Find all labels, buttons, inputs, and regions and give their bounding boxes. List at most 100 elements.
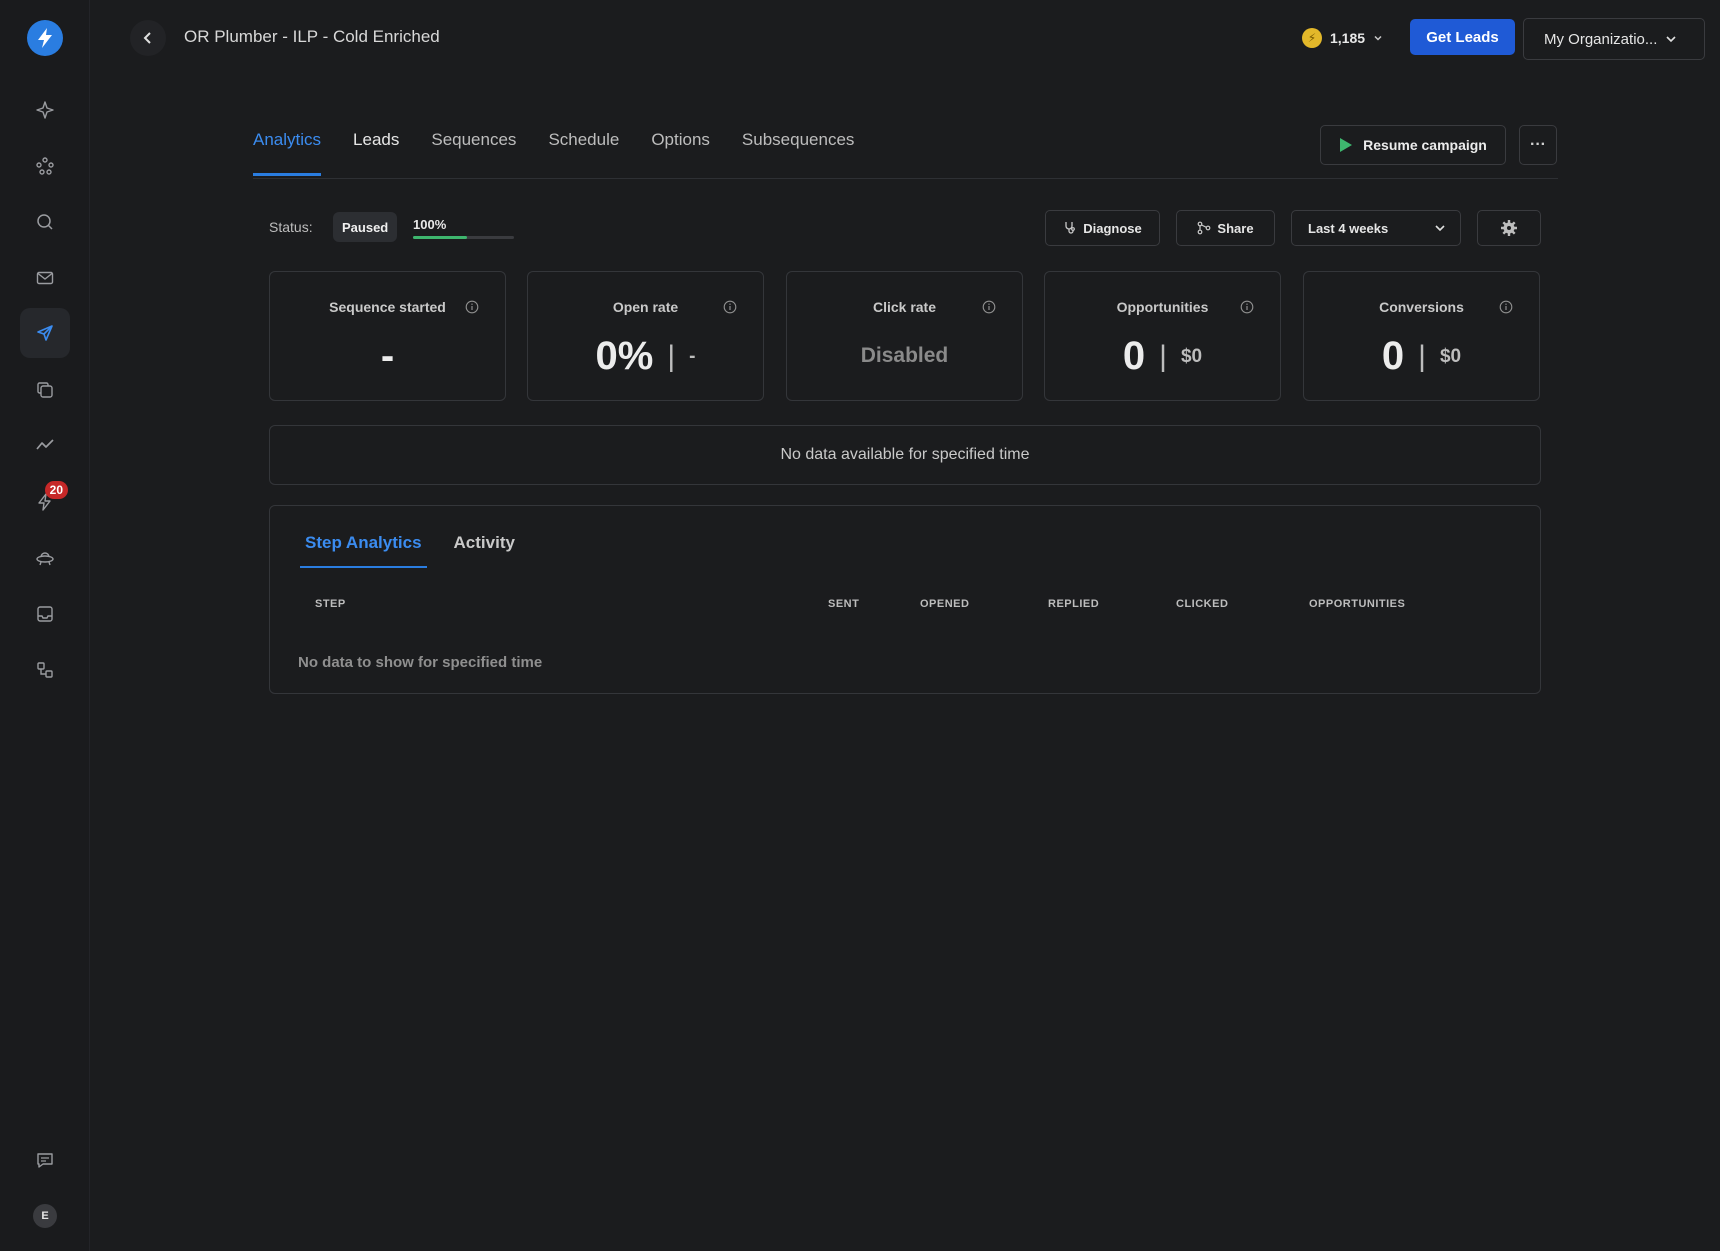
analytics-icon bbox=[36, 439, 54, 450]
chat-icon bbox=[37, 1153, 53, 1168]
sidebar-item-automations[interactable]: 20 bbox=[20, 477, 70, 527]
chevron-down-icon bbox=[1435, 225, 1445, 232]
no-data-message: No data available for specified time bbox=[780, 446, 1030, 463]
progress-fill bbox=[413, 236, 467, 239]
column-header-replied[interactable]: REPLIED bbox=[1048, 598, 1099, 610]
campaign-tabs: Analytics Leads Sequences Schedule Optio… bbox=[253, 130, 854, 176]
opportunities-amount: $0 bbox=[1180, 345, 1203, 367]
share-label: Share bbox=[1217, 220, 1254, 236]
card-value-row: 0% | - bbox=[528, 334, 763, 379]
copy-icon bbox=[37, 382, 53, 398]
more-horizontal-icon: ··· bbox=[1530, 136, 1546, 153]
step-panel-tabs: Step Analytics Activity bbox=[300, 533, 520, 568]
metric-card-opportunities: Opportunities 0 | $0 bbox=[1044, 271, 1281, 401]
sidebar-item-inbox[interactable] bbox=[20, 589, 70, 639]
column-header-clicked[interactable]: CLICKED bbox=[1176, 598, 1228, 610]
metric-card-open-rate: Open rate 0% | - bbox=[527, 271, 764, 401]
sidebar-item-ai[interactable] bbox=[20, 85, 70, 135]
card-value-row: Disabled bbox=[787, 334, 1022, 368]
integrations-icon bbox=[37, 662, 53, 678]
tab-analytics[interactable]: Analytics bbox=[253, 130, 322, 176]
tab-subsequences[interactable]: Subsequences bbox=[742, 130, 854, 176]
sidebar-item-analytics[interactable] bbox=[20, 420, 70, 470]
sidebar-item-integrations[interactable] bbox=[20, 645, 70, 695]
info-icon[interactable] bbox=[1240, 300, 1254, 314]
value-separator: | bbox=[1418, 339, 1426, 373]
tabs-divider bbox=[253, 178, 1558, 179]
tab-sequences[interactable]: Sequences bbox=[431, 130, 516, 176]
card-value-row: 0 | $0 bbox=[1045, 334, 1280, 379]
credits-dropdown[interactable]: ⚡ 1,185 bbox=[1302, 25, 1383, 51]
inbox-icon bbox=[37, 606, 53, 622]
info-icon[interactable] bbox=[1499, 300, 1513, 314]
date-range-label: Last 4 weeks bbox=[1308, 220, 1389, 236]
sidebar-item-explore[interactable] bbox=[20, 533, 70, 583]
chevron-left-icon bbox=[143, 32, 151, 44]
card-value-row: 0 | $0 bbox=[1304, 334, 1539, 379]
column-header-sent[interactable]: SENT bbox=[828, 598, 859, 610]
column-header-step[interactable]: STEP bbox=[315, 598, 346, 610]
avatar[interactable]: E bbox=[33, 1204, 57, 1228]
sidebar-item-feedback[interactable] bbox=[20, 1135, 70, 1185]
sidebar: 20 E bbox=[0, 0, 90, 1251]
settings-button[interactable] bbox=[1477, 210, 1541, 246]
resume-campaign-button[interactable]: Resume campaign bbox=[1320, 125, 1506, 165]
opportunities-value: 0 bbox=[1122, 334, 1146, 378]
credits-value: 1,185 bbox=[1330, 30, 1366, 46]
tab-options[interactable]: Options bbox=[651, 130, 710, 176]
organization-label: My Organizatio... bbox=[1544, 30, 1658, 48]
sidebar-item-templates[interactable] bbox=[20, 365, 70, 415]
sequence-started-value: - bbox=[380, 334, 395, 378]
sidebar-item-campaigns[interactable] bbox=[20, 308, 70, 358]
diagnose-button[interactable]: Diagnose bbox=[1045, 210, 1160, 246]
sidebar-item-mail[interactable] bbox=[20, 253, 70, 303]
metric-card-conversions: Conversions 0 | $0 bbox=[1303, 271, 1540, 401]
mail-icon bbox=[36, 271, 54, 285]
notification-badge: 20 bbox=[44, 481, 68, 499]
step-analytics-panel: Step Analytics Activity STEP SENT OPENED… bbox=[269, 505, 1541, 694]
diagnose-label: Diagnose bbox=[1083, 220, 1142, 236]
back-button[interactable] bbox=[130, 20, 166, 56]
column-header-opened[interactable]: OPENED bbox=[920, 598, 969, 610]
tab-activity[interactable]: Activity bbox=[449, 533, 520, 568]
tab-leads[interactable]: Leads bbox=[353, 130, 399, 176]
value-separator: | bbox=[667, 339, 676, 373]
column-header-opportunities[interactable]: OPPORTUNITIES bbox=[1309, 598, 1405, 610]
play-icon bbox=[1340, 138, 1353, 152]
sidebar-item-search[interactable] bbox=[20, 197, 70, 247]
sparkle-icon bbox=[36, 101, 54, 119]
info-icon[interactable] bbox=[723, 300, 737, 314]
progress-bar bbox=[413, 236, 514, 239]
coin-icon: ⚡ bbox=[1302, 28, 1322, 48]
page-title: OR Plumber - ILP - Cold Enriched bbox=[184, 27, 440, 46]
table-empty-state: No data to show for specified time bbox=[298, 654, 543, 671]
info-icon[interactable] bbox=[465, 300, 479, 314]
click-rate-value: Disabled bbox=[860, 344, 949, 367]
chevron-down-icon bbox=[1666, 36, 1676, 43]
date-range-select[interactable]: Last 4 weeks bbox=[1291, 210, 1461, 246]
status-badge: Paused bbox=[333, 212, 398, 242]
organization-select[interactable]: My Organizatio... bbox=[1523, 18, 1705, 60]
tab-schedule[interactable]: Schedule bbox=[548, 130, 619, 176]
conversions-amount: $0 bbox=[1439, 345, 1462, 367]
sidebar-item-network[interactable] bbox=[20, 141, 70, 191]
metric-card-click-rate: Click rate Disabled bbox=[786, 271, 1023, 401]
status-label: Status: bbox=[269, 219, 313, 235]
open-rate-secondary: - bbox=[689, 345, 696, 367]
app-logo-icon[interactable] bbox=[27, 20, 63, 56]
tab-step-analytics[interactable]: Step Analytics bbox=[300, 533, 427, 568]
search-icon bbox=[37, 214, 53, 230]
resume-campaign-label: Resume campaign bbox=[1363, 137, 1487, 153]
get-leads-button[interactable]: Get Leads bbox=[1410, 19, 1515, 55]
share-button[interactable]: Share bbox=[1176, 210, 1275, 246]
chevron-down-icon bbox=[1374, 35, 1382, 41]
card-value-row: - bbox=[270, 334, 505, 379]
stethoscope-icon bbox=[1065, 222, 1076, 234]
network-icon bbox=[36, 157, 54, 175]
progress-text: 100% bbox=[413, 217, 447, 232]
conversions-value: 0 bbox=[1381, 334, 1405, 378]
info-icon[interactable] bbox=[982, 300, 996, 314]
more-options-button[interactable]: ··· bbox=[1519, 125, 1557, 165]
open-rate-value: 0% bbox=[595, 334, 654, 378]
share-icon bbox=[1198, 221, 1211, 235]
